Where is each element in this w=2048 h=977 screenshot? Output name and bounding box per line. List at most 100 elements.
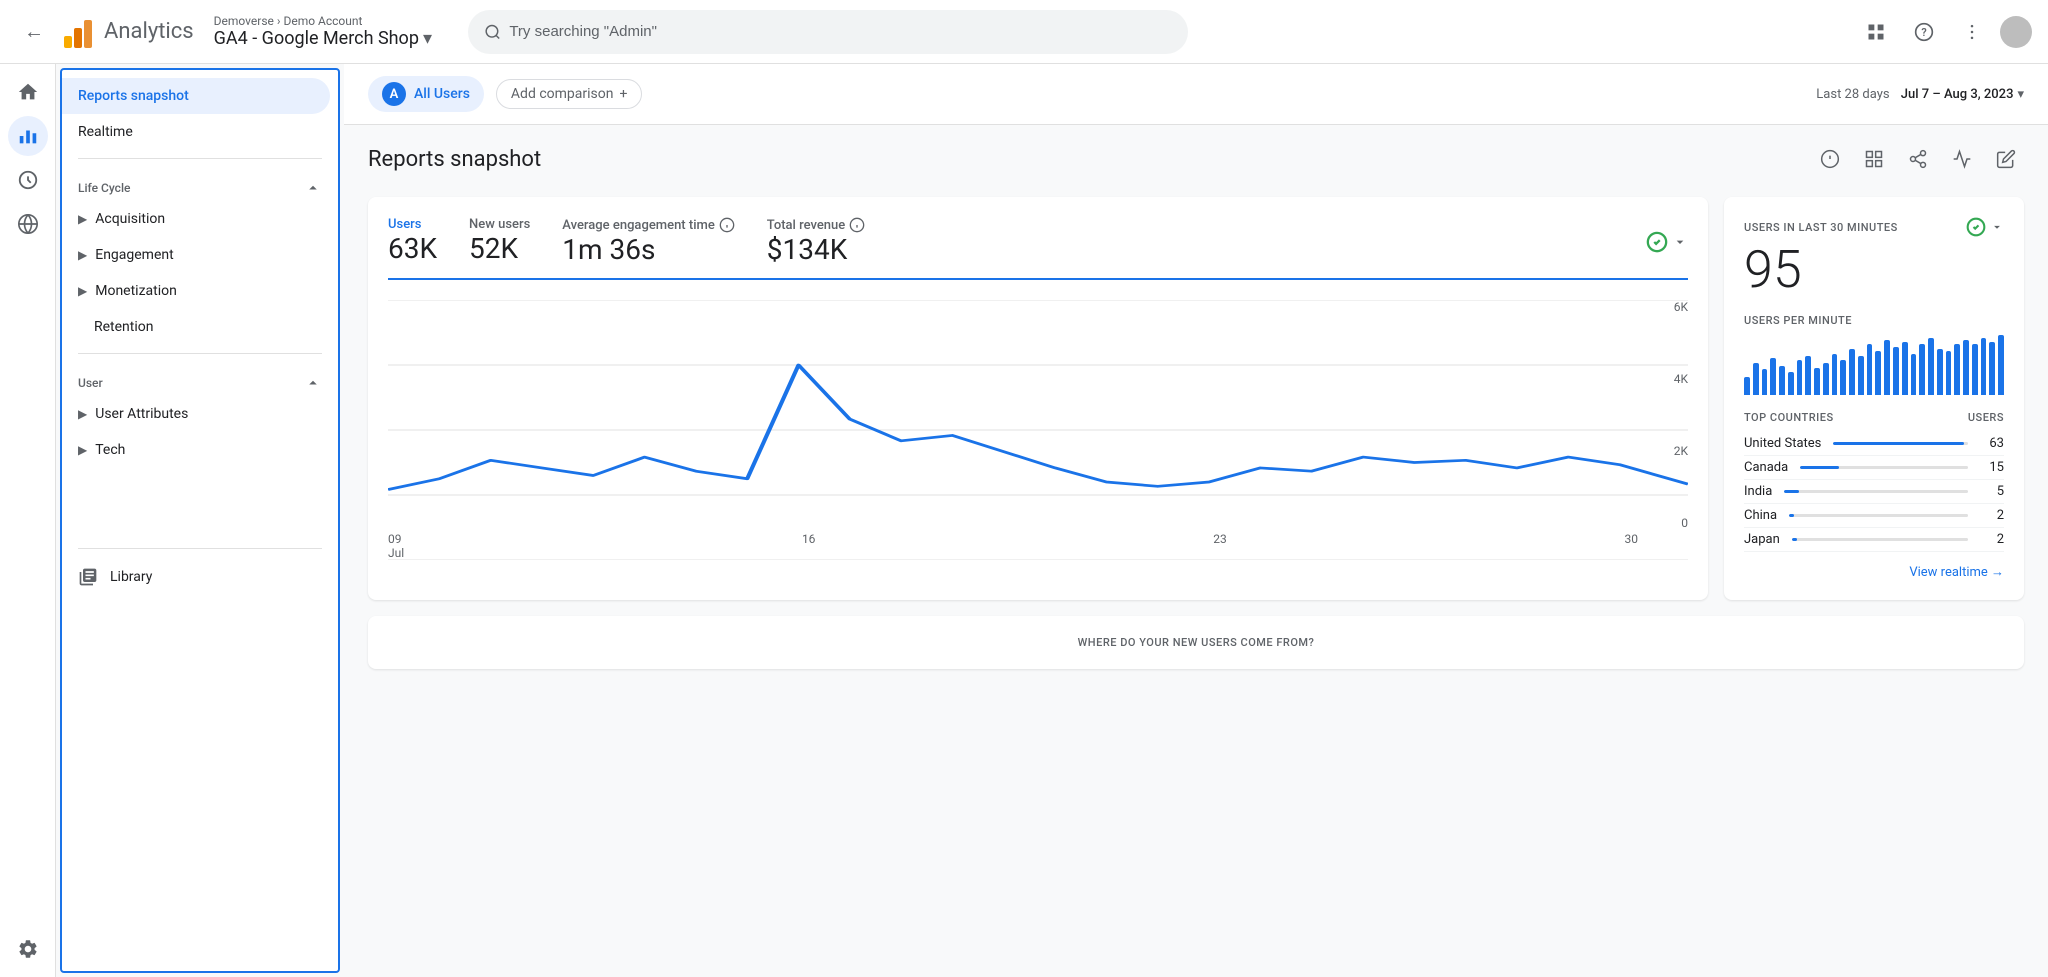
edit-icon-button[interactable] — [1988, 141, 2024, 177]
lifecycle-collapse-icon[interactable] — [304, 179, 322, 197]
metric-new-users-label[interactable]: New users — [469, 217, 530, 232]
metric-revenue-label[interactable]: Total revenue — [767, 217, 865, 233]
sidebar-item-acquisition[interactable]: ▶ Acquisition — [62, 201, 338, 237]
mini-bar — [1893, 347, 1899, 395]
bottom-section: WHERE DO YOUR NEW USERS COME FROM? — [368, 616, 2024, 669]
country-name: United States — [1744, 436, 1821, 451]
mini-bar — [1762, 369, 1768, 395]
metrics-row: Users 63K New users 52K Average engageme… — [388, 217, 1688, 280]
user-avatar[interactable] — [2000, 16, 2032, 48]
metric-new-users: New users 52K — [469, 217, 530, 266]
country-bar-fill — [1789, 514, 1794, 517]
country-count: 63 — [1980, 436, 2004, 451]
metric-users-value: 63K — [388, 232, 437, 265]
mini-bar — [1753, 363, 1759, 395]
more-menu-icon[interactable] — [1952, 12, 1992, 52]
acquisition-chevron-icon: ▶ — [78, 212, 87, 226]
share-icon-button[interactable] — [1900, 141, 1936, 177]
search-bar[interactable] — [468, 10, 1188, 54]
insights-icon-button[interactable] — [1812, 141, 1848, 177]
country-count: 2 — [1980, 508, 2004, 523]
sidebar-item-engagement[interactable]: ▶ Engagement — [62, 237, 338, 273]
sidebar-item-reports-snapshot[interactable]: Reports snapshot — [62, 78, 330, 114]
metric-revenue: Total revenue $134K — [767, 217, 865, 266]
lifecycle-section-label: Life Cycle — [62, 167, 338, 201]
mini-bar — [1928, 338, 1934, 395]
sidebar-item-realtime[interactable]: Realtime — [62, 114, 330, 150]
breadcrumb: Demoverse › Demo Account GA4 - Google Me… — [214, 14, 432, 49]
country-bar-fill — [1792, 538, 1797, 541]
realtime-dropdown-icon[interactable] — [1990, 220, 2004, 234]
mini-bar — [1919, 344, 1925, 395]
metric-revenue-value: $134K — [767, 233, 865, 266]
back-button[interactable]: ← — [16, 11, 52, 52]
mini-bar — [1832, 354, 1838, 396]
chart-yaxis: 6K 4K 2K 0 — [1674, 300, 1688, 530]
country-row[interactable]: India 5 — [1744, 480, 2004, 504]
add-comparison-button[interactable]: Add comparison + — [496, 79, 643, 109]
all-users-badge[interactable]: A All Users — [368, 76, 484, 112]
nav-explore-button[interactable] — [8, 160, 48, 200]
sidebar-divider-1 — [78, 158, 322, 159]
nav-reports-button[interactable] — [8, 116, 48, 156]
country-bar-track — [1833, 442, 1968, 445]
mini-bar — [1884, 340, 1890, 395]
country-count: 2 — [1980, 532, 2004, 547]
nav-home-button[interactable] — [8, 72, 48, 112]
search-input[interactable] — [509, 23, 1172, 40]
country-row[interactable]: China 2 — [1744, 504, 2004, 528]
mini-bar — [1981, 338, 1987, 395]
mini-bar — [1814, 368, 1820, 396]
mini-bar — [1858, 356, 1864, 395]
nav-advertising-button[interactable] — [8, 204, 48, 244]
country-bar-fill — [1784, 490, 1799, 493]
mini-bar — [1998, 335, 2004, 395]
engagement-chevron-icon: ▶ — [78, 248, 87, 262]
mini-bar — [1963, 340, 1969, 395]
revenue-controls — [1646, 217, 1688, 266]
tech-chevron-icon: ▶ — [78, 443, 87, 457]
chart-card: Users 63K New users 52K Average engageme… — [368, 197, 1708, 600]
country-row[interactable]: United States 63 — [1744, 432, 2004, 456]
user-attributes-chevron-icon: ▶ — [78, 407, 87, 421]
library-icon — [78, 567, 98, 587]
user-collapse-icon[interactable] — [304, 374, 322, 392]
sidebar-item-retention[interactable]: Retention — [62, 309, 330, 345]
country-count: 15 — [1980, 460, 2004, 475]
sidebar-item-monetization[interactable]: ▶ Monetization — [62, 273, 338, 309]
metric-users: Users 63K — [388, 217, 437, 266]
country-row[interactable]: Canada 15 — [1744, 456, 2004, 480]
country-row[interactable]: Japan 2 — [1744, 528, 2004, 552]
realtime-title-row: USERS IN LAST 30 MINUTES — [1744, 217, 2004, 237]
compare-icon-button[interactable] — [1944, 141, 1980, 177]
sidebar-item-library[interactable]: Library — [62, 557, 338, 597]
customize-report-icon-button[interactable] — [1856, 141, 1892, 177]
grid-icon-button[interactable] — [1856, 12, 1896, 52]
app-layout: Reports snapshot Realtime Life Cycle ▶ A… — [0, 64, 2048, 977]
sidebar-item-user-attributes[interactable]: ▶ User Attributes — [62, 396, 338, 432]
comparison-bar: A All Users Add comparison + Last 28 day… — [344, 64, 2048, 125]
country-name: China — [1744, 508, 1777, 523]
country-bar-track — [1789, 514, 1968, 517]
chart-xaxis: 09Jul 16 23 30 — [388, 532, 1638, 560]
nav-settings-button[interactable] — [8, 929, 48, 969]
country-name: India — [1744, 484, 1772, 499]
metric-engagement-label[interactable]: Average engagement time — [562, 217, 735, 233]
sidebar-item-tech[interactable]: ▶ Tech — [62, 432, 338, 468]
view-realtime-link[interactable]: View realtime → — [1744, 564, 2004, 580]
help-icon-button[interactable]: ? — [1904, 12, 1944, 52]
comparison-left: A All Users Add comparison + — [368, 76, 642, 112]
date-range-picker[interactable]: Last 28 days Jul 7 – Aug 3, 2023 ▾ — [1816, 87, 2024, 102]
breadcrumb-dropdown-icon[interactable]: ▾ — [423, 28, 432, 49]
country-bar-track — [1784, 490, 1968, 493]
logo: Analytics — [64, 16, 194, 48]
metric-users-label[interactable]: Users — [388, 217, 437, 232]
mini-bar — [1779, 366, 1785, 396]
mini-bar — [1937, 349, 1943, 395]
countries-header: TOP COUNTRIES USERS — [1744, 411, 2004, 424]
mini-bar — [1797, 360, 1803, 395]
bottom-section-title: WHERE DO YOUR NEW USERS COME FROM? — [388, 636, 2004, 649]
dropdown-arrow-icon[interactable] — [1672, 234, 1688, 250]
country-bar-fill — [1833, 442, 1964, 445]
mini-bar — [1805, 356, 1811, 395]
